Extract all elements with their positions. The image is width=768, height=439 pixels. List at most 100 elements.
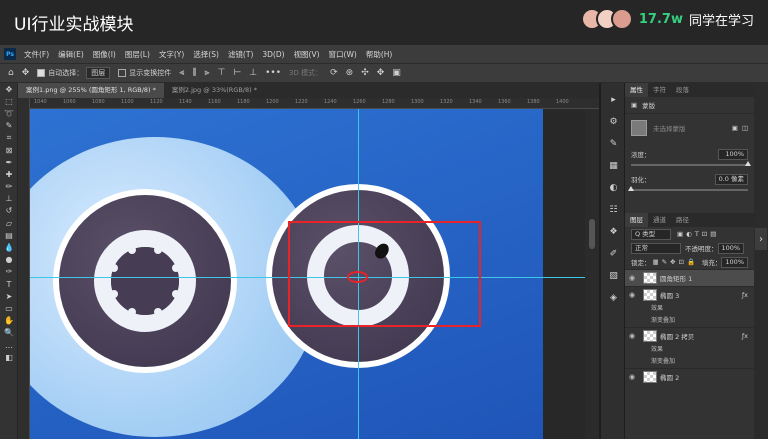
- brush-icon[interactable]: ✎: [601, 133, 626, 155]
- align-middle-icon[interactable]: ⊢: [233, 68, 241, 78]
- tab-paragraph[interactable]: 段落: [671, 83, 694, 97]
- home-icon[interactable]: ⌂: [8, 68, 14, 78]
- layer-row[interactable]: ◉ 圆角矩形 1: [625, 269, 754, 286]
- swatches-icon[interactable]: ▦: [601, 155, 626, 177]
- channels-icon[interactable]: ▧: [601, 265, 626, 287]
- eyedropper-tool-icon[interactable]: ✒: [0, 156, 18, 168]
- 3d-roll-icon[interactable]: ⊛: [346, 68, 354, 78]
- density-input[interactable]: 100%: [718, 148, 748, 160]
- brush-presets-icon[interactable]: ⚙: [601, 111, 626, 133]
- frame-tool-icon[interactable]: ⊠: [0, 144, 18, 156]
- menu-help[interactable]: 帮助(H): [366, 49, 393, 60]
- path-select-tool-icon[interactable]: ➤: [0, 290, 18, 302]
- visibility-eye-icon[interactable]: ◉: [629, 373, 639, 381]
- visibility-eye-icon[interactable]: ◉: [629, 332, 639, 340]
- menu-3d[interactable]: 3D(D): [262, 50, 284, 59]
- align-top-icon[interactable]: ⊤: [218, 68, 226, 78]
- 3d-rotate-icon[interactable]: ⟳: [330, 68, 338, 78]
- layer-effect-item[interactable]: 渐变叠加: [625, 315, 754, 327]
- crop-tool-icon[interactable]: ⌗: [0, 132, 18, 144]
- scrollbar-thumb[interactable]: [589, 219, 595, 249]
- more-tools-icon[interactable]: …: [0, 339, 18, 351]
- pen-tool-icon[interactable]: ✑: [0, 266, 18, 278]
- history-icon[interactable]: ▸: [601, 89, 626, 111]
- menu-file[interactable]: 文件(F): [24, 49, 49, 60]
- feather-slider-handle[interactable]: [628, 186, 634, 191]
- align-left-icon[interactable]: ⫷: [179, 68, 184, 78]
- color-icon[interactable]: ◐: [601, 177, 626, 199]
- paths-icon[interactable]: ✐: [601, 243, 626, 265]
- layer-row[interactable]: ◉ 椭圆 3 ƒx: [625, 286, 754, 303]
- tab-properties[interactable]: 属性: [625, 83, 648, 97]
- menu-image[interactable]: 图像(I): [93, 49, 116, 60]
- layer-effect-item[interactable]: 效果: [625, 344, 754, 356]
- menu-select[interactable]: 选择(S): [193, 49, 219, 60]
- panel-scrollbar[interactable]: ›: [754, 83, 768, 439]
- more-options-icon[interactable]: •••: [265, 68, 281, 78]
- align-right-icon[interactable]: ⫸: [204, 68, 209, 78]
- color-swatches-icon[interactable]: ◧: [0, 351, 18, 363]
- feather-input[interactable]: 0.0 像素: [714, 173, 748, 185]
- styles-icon[interactable]: ❖: [601, 221, 626, 243]
- density-slider-handle[interactable]: [745, 161, 751, 166]
- lock-icons[interactable]: ▦✎✥⊡🔒: [653, 258, 699, 266]
- menu-window[interactable]: 窗口(W): [329, 49, 357, 60]
- marquee-tool-icon[interactable]: ⬚: [0, 95, 18, 107]
- opacity-input[interactable]: 100%: [717, 242, 745, 254]
- show-transform-checkbox[interactable]: [118, 69, 127, 77]
- density-slider[interactable]: [631, 161, 751, 166]
- tab-document-1[interactable]: 案例1.png @ 255% (圆角矩形 1, RGB/8) *: [18, 83, 164, 98]
- tab-layers[interactable]: 图层: [625, 213, 648, 227]
- move-tool-icon[interactable]: ✥: [22, 68, 30, 78]
- menu-type[interactable]: 文字(Y): [159, 49, 184, 60]
- canvas-scrollbar[interactable]: [585, 109, 599, 439]
- menu-filter[interactable]: 滤镜(T): [228, 49, 253, 60]
- vertical-ruler[interactable]: [18, 98, 30, 439]
- blur-tool-icon[interactable]: 💧: [0, 241, 18, 253]
- 3d-scale-icon[interactable]: ▣: [392, 68, 401, 78]
- quick-select-tool-icon[interactable]: ✎: [0, 120, 18, 132]
- show-transform-option[interactable]: 显示变换控件: [118, 68, 171, 78]
- expand-panels-icon[interactable]: ›: [755, 228, 767, 250]
- layer-fx-icon[interactable]: ƒx: [742, 332, 748, 340]
- brush-tool-icon[interactable]: ✏: [0, 181, 18, 193]
- add-vector-mask-icon[interactable]: ◫: [742, 124, 748, 132]
- align-bottom-icon[interactable]: ⊥: [249, 68, 257, 78]
- tab-paths[interactable]: 路径: [671, 213, 694, 227]
- adjustments-icon[interactable]: ☷: [601, 199, 626, 221]
- layers-icon[interactable]: ◈: [601, 287, 626, 309]
- blend-mode-dropdown[interactable]: 正常: [631, 242, 681, 254]
- layer-filter-dropdown[interactable]: Q 类型: [631, 228, 671, 240]
- 3d-pan-icon[interactable]: ✣: [361, 68, 369, 78]
- tab-channels[interactable]: 通道: [648, 213, 671, 227]
- gradient-tool-icon[interactable]: ▤: [0, 229, 18, 241]
- feather-slider[interactable]: [628, 186, 748, 191]
- clone-stamp-tool-icon[interactable]: ⊥: [0, 193, 18, 205]
- move-tool-icon[interactable]: ✥: [0, 83, 18, 95]
- add-pixel-mask-icon[interactable]: ▣: [732, 124, 738, 132]
- auto-select-dropdown[interactable]: 图层: [86, 67, 111, 79]
- menu-edit[interactable]: 编辑(E): [58, 49, 84, 60]
- layer-effect-item[interactable]: 渐变叠加: [625, 356, 754, 368]
- hand-tool-icon[interactable]: ✋: [0, 315, 18, 327]
- tab-character[interactable]: 字符: [648, 83, 671, 97]
- layer-effect-item[interactable]: 效果: [625, 303, 754, 315]
- layer-row[interactable]: ◉ 椭圆 2 拷贝 ƒx: [625, 327, 754, 344]
- horizontal-ruler[interactable]: 1040 1060 1080 1100 1120 1140 1160 1180 1200 1220…: [30, 98, 599, 109]
- filter-icons[interactable]: ▣◐T⊡▤: [677, 230, 719, 238]
- menu-layer[interactable]: 图层(L): [125, 49, 150, 60]
- menu-view[interactable]: 视图(V): [294, 49, 320, 60]
- 3d-slide-icon[interactable]: ✥: [377, 68, 385, 78]
- history-brush-tool-icon[interactable]: ↺: [0, 205, 18, 217]
- tab-document-2[interactable]: 案例2.jpg @ 33%(RGB/8) *: [164, 83, 265, 98]
- layer-fx-icon[interactable]: ƒx: [742, 291, 748, 299]
- type-tool-icon[interactable]: T: [0, 278, 18, 290]
- visibility-eye-icon[interactable]: ◉: [629, 274, 639, 282]
- auto-select-checkbox[interactable]: [37, 69, 46, 77]
- shape-tool-icon[interactable]: ▭: [0, 302, 18, 314]
- dodge-tool-icon[interactable]: ●: [0, 254, 18, 266]
- visibility-eye-icon[interactable]: ◉: [629, 291, 639, 299]
- auto-select-option[interactable]: 自动选择： 图层: [37, 67, 111, 79]
- fill-input[interactable]: 100%: [721, 256, 748, 268]
- healing-brush-tool-icon[interactable]: ✚: [0, 168, 18, 180]
